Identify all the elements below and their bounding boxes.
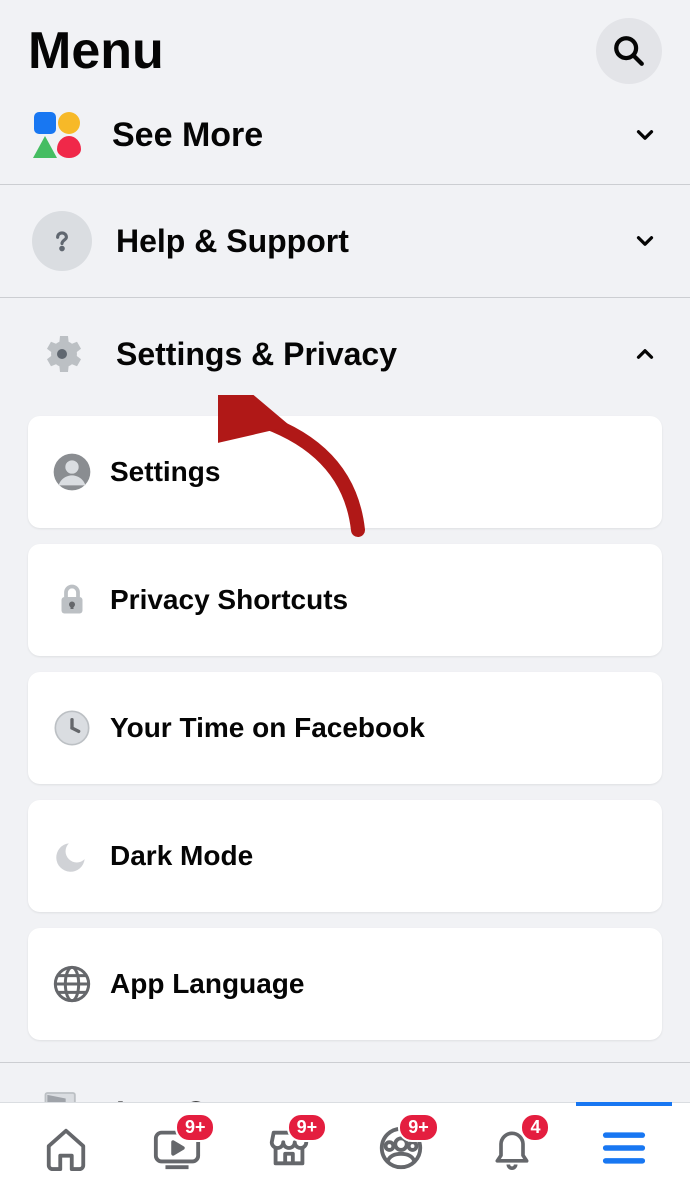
help-support-label: Help & Support: [116, 223, 632, 260]
lock-icon: [50, 578, 94, 622]
help-icon: [32, 211, 92, 271]
nav-notifications[interactable]: 4: [480, 1121, 544, 1175]
see-more-label: See More: [112, 116, 632, 155]
nav-menu[interactable]: [592, 1121, 656, 1175]
nav-watch[interactable]: 9+: [145, 1121, 209, 1175]
your-time-label: Your Time on Facebook: [110, 712, 425, 744]
help-support-row[interactable]: Help & Support: [0, 184, 690, 297]
home-icon: [43, 1125, 89, 1171]
person-icon: [50, 450, 94, 494]
see-more-row[interactable]: See More: [0, 94, 690, 184]
app-language-label: App Language: [110, 968, 304, 1000]
settings-privacy-label: Settings & Privacy: [116, 336, 632, 373]
menu-icon: [602, 1130, 646, 1166]
bottom-nav: 9+ 9+ 9+ 4: [0, 1102, 690, 1192]
page-title: Menu: [28, 21, 164, 81]
your-time-item[interactable]: Your Time on Facebook: [28, 672, 662, 784]
watch-badge: 9+: [175, 1113, 216, 1142]
dark-mode-label: Dark Mode: [110, 840, 253, 872]
settings-item[interactable]: Settings: [28, 416, 662, 528]
settings-privacy-row[interactable]: Settings & Privacy: [0, 297, 690, 410]
chevron-up-icon: [632, 341, 658, 367]
groups-badge: 9+: [398, 1113, 439, 1142]
chevron-down-icon: [632, 228, 658, 254]
privacy-shortcuts-item[interactable]: Privacy Shortcuts: [28, 544, 662, 656]
search-button[interactable]: [596, 18, 662, 84]
settings-label: Settings: [110, 456, 220, 488]
nav-groups[interactable]: 9+: [369, 1121, 433, 1175]
nav-home[interactable]: [34, 1121, 98, 1175]
see-more-icon: [32, 110, 82, 160]
marketplace-badge: 9+: [287, 1113, 328, 1142]
globe-icon: [50, 962, 94, 1006]
gear-icon: [32, 324, 92, 384]
clock-icon: [50, 706, 94, 750]
moon-icon: [50, 834, 94, 878]
dark-mode-item[interactable]: Dark Mode: [28, 800, 662, 912]
app-language-item[interactable]: App Language: [28, 928, 662, 1040]
privacy-shortcuts-label: Privacy Shortcuts: [110, 584, 348, 616]
notifications-badge: 4: [520, 1113, 550, 1142]
chevron-down-icon: [632, 122, 658, 148]
search-icon: [612, 34, 646, 68]
nav-marketplace[interactable]: 9+: [257, 1121, 321, 1175]
